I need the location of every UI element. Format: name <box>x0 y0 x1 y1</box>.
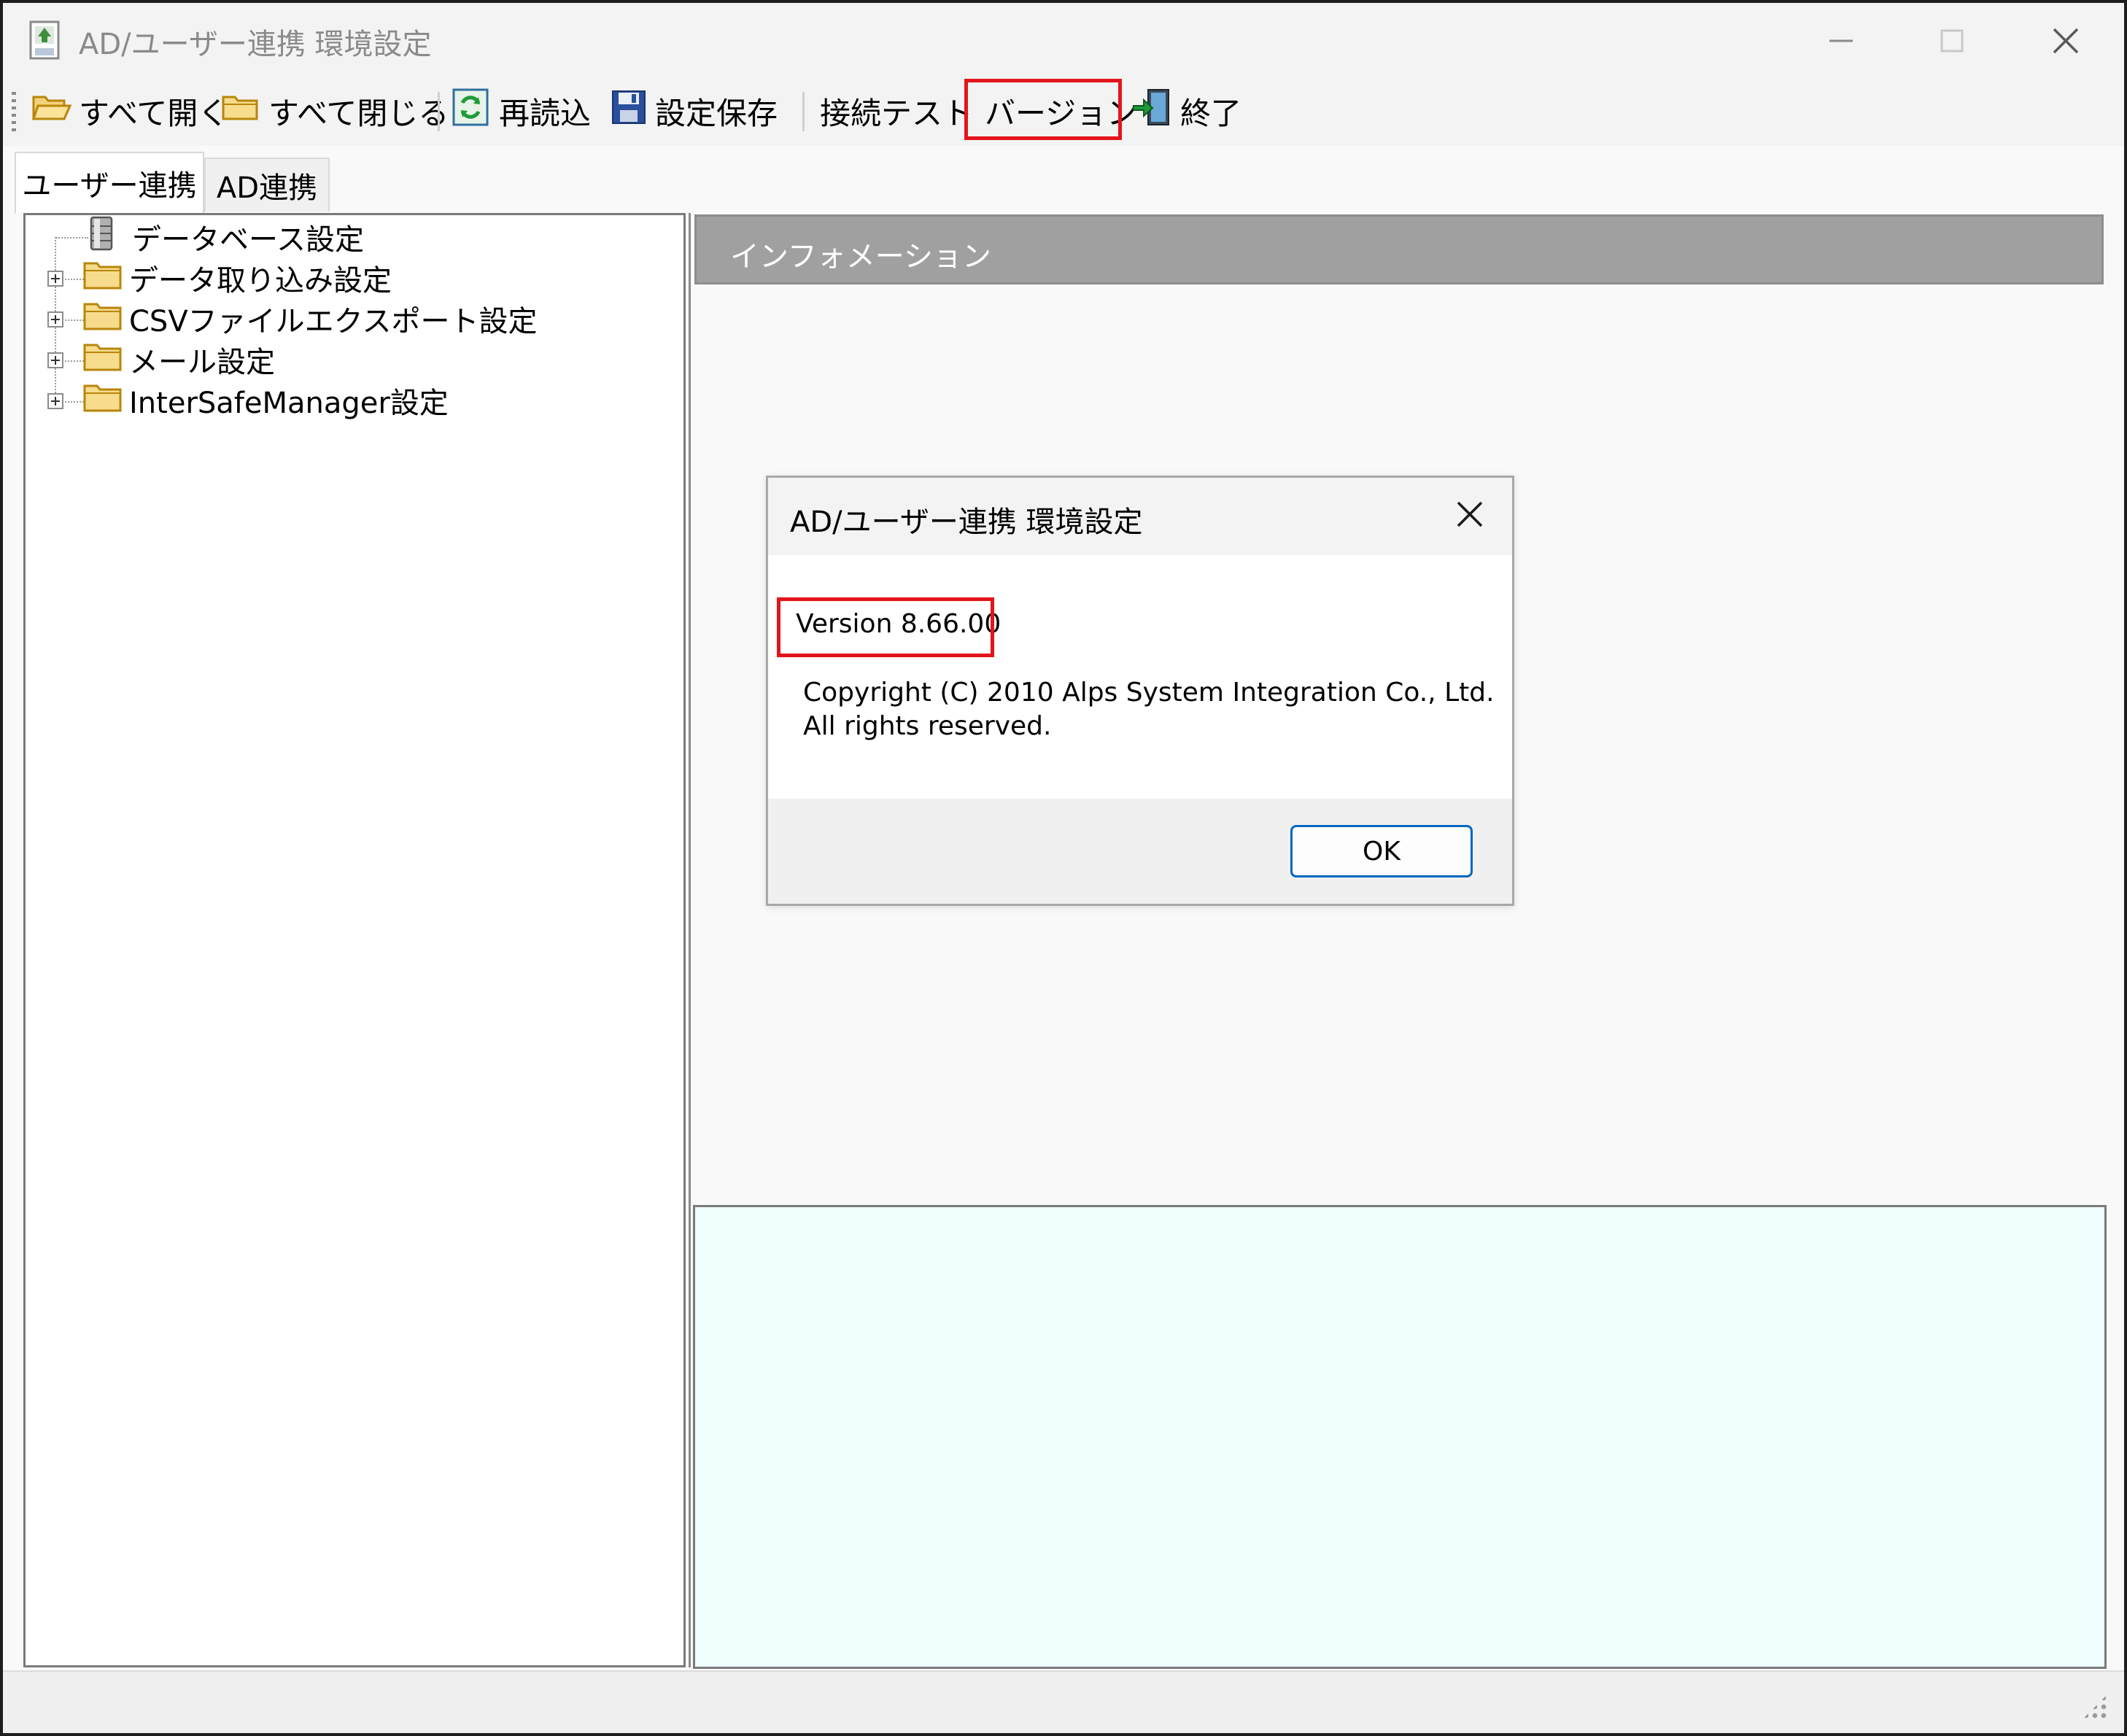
dialog-title: AD/ユーザー連携 環境設定 <box>790 505 1143 539</box>
window-title: AD/ユーザー連携 環境設定 <box>79 28 432 61</box>
expand-icon[interactable] <box>47 271 63 287</box>
minimize-button[interactable] <box>1797 15 1885 70</box>
dialog-close-button[interactable] <box>1442 491 1498 540</box>
tab-ad-integration[interactable]: AD連携 <box>204 158 330 212</box>
title-bar[interactable]: AD/ユーザー連携 環境設定 <box>3 3 2124 76</box>
info-message-area <box>693 1205 2107 1669</box>
app-window: AD/ユーザー連携 環境設定 すべて開く すべて閉じる 再読込 設定保存 接続テ… <box>0 0 2127 1736</box>
rights-line: All rights reserved. <box>803 711 1052 741</box>
settings-tree[interactable]: データベース設定 データ取り込み設定 CSVファイルエクスポート設定 メール設定… <box>23 213 686 1667</box>
tree-item-intersafe-manager[interactable]: InterSafeManager設定 <box>82 380 449 421</box>
tree-connector <box>65 279 84 280</box>
tree-connector <box>65 401 84 403</box>
tree-connector <box>65 319 84 321</box>
folder-icon <box>82 339 123 380</box>
close-icon <box>2050 25 2082 60</box>
tree-item-mail[interactable]: メール設定 <box>82 339 275 380</box>
exit-icon <box>1131 87 1180 135</box>
folder-icon <box>82 380 123 421</box>
toolbar-grip[interactable] <box>12 92 16 131</box>
folder-icon <box>220 90 268 132</box>
toolbar: すべて開く すべて閉じる 再読込 設定保存 接続テスト バージョン 終了 <box>3 76 2124 146</box>
maximize-icon <box>1937 26 1967 58</box>
tree-connector <box>56 237 88 239</box>
collapse-all-label: すべて閉じる <box>268 95 449 131</box>
version-text-highlight <box>777 597 994 657</box>
tab-user-integration-label: ユーザー連携 <box>22 169 197 203</box>
tree-item-label: InterSafeManager設定 <box>129 387 449 420</box>
copyright-line: Copyright (C) 2010 Alps System Integrati… <box>803 678 1495 708</box>
folder-icon <box>82 298 123 339</box>
minimize-icon <box>1826 26 1856 58</box>
toolbar-separator <box>438 92 440 131</box>
tree-item-database[interactable]: データベース設定 <box>87 214 364 260</box>
tree-item-data-import[interactable]: データ取り込み設定 <box>82 257 392 298</box>
maximize-button[interactable] <box>1908 15 1996 70</box>
reload-button[interactable]: 再読込 <box>451 86 591 136</box>
database-icon <box>87 214 116 260</box>
resize-grip-icon[interactable] <box>2082 1694 2108 1720</box>
expand-icon[interactable] <box>47 393 63 409</box>
tree-item-label: CSVファイルエクスポート設定 <box>129 305 538 338</box>
tree-connector <box>65 360 84 362</box>
ok-button[interactable]: OK <box>1290 825 1473 877</box>
copyright-text: Copyright (C) 2010 Alps System Integrati… <box>803 676 1495 743</box>
dialog-title-bar[interactable]: AD/ユーザー連携 環境設定 <box>768 478 1512 555</box>
save-settings-button[interactable]: 設定保存 <box>610 86 778 136</box>
tree-item-csv-export[interactable]: CSVファイルエクスポート設定 <box>82 298 537 339</box>
info-panel-header: インフォメーション <box>694 214 2104 284</box>
tree-item-label: データベース設定 <box>132 223 364 257</box>
tab-ad-integration-label: AD連携 <box>216 171 318 205</box>
save-settings-label: 設定保存 <box>655 95 778 131</box>
exit-label: 終了 <box>1180 95 1242 131</box>
app-icon <box>25 19 66 63</box>
tree-item-label: データ取り込み設定 <box>129 264 392 298</box>
expand-icon[interactable] <box>47 352 63 368</box>
ok-button-label: OK <box>1363 836 1400 867</box>
collapse-all-button[interactable]: すべて閉じる <box>220 86 449 136</box>
tab-user-integration[interactable]: ユーザー連携 <box>15 152 204 213</box>
reload-label: 再読込 <box>499 95 592 131</box>
expand-all-button[interactable]: すべて開く <box>31 86 228 136</box>
connection-test-label: 接続テスト <box>820 95 974 131</box>
tree-item-label: メール設定 <box>129 346 275 379</box>
refresh-icon <box>451 88 499 133</box>
open-folder-icon <box>31 90 79 132</box>
folder-icon <box>82 257 123 298</box>
toolbar-separator <box>802 92 805 131</box>
exit-button[interactable]: 終了 <box>1131 86 1241 136</box>
close-icon <box>1454 499 1485 532</box>
info-panel-title: インフォメーション <box>730 240 991 274</box>
version-button-highlight <box>964 79 1122 140</box>
dialog-footer: OK <box>768 799 1512 904</box>
version-dialog: AD/ユーザー連携 環境設定 Version 8.66.00 Copyright… <box>766 476 1514 906</box>
connection-test-button[interactable]: 接続テスト <box>820 86 973 136</box>
close-button[interactable] <box>2022 15 2109 70</box>
status-bar <box>3 1670 2124 1733</box>
expand-all-label: すべて開く <box>79 95 229 131</box>
expand-icon[interactable] <box>47 311 63 328</box>
save-icon <box>610 88 655 133</box>
